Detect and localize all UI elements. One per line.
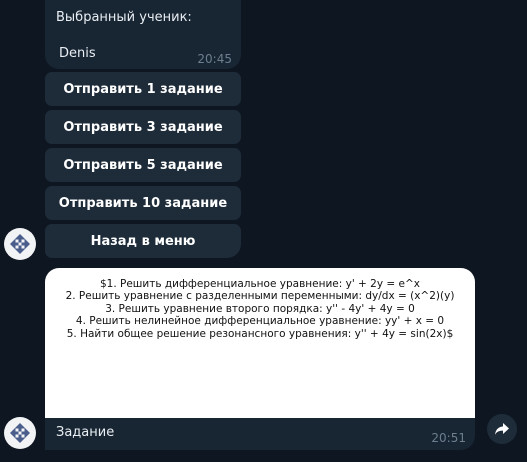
bot-avatar-icon[interactable]: [4, 228, 36, 260]
task-line: 5. Найти общее решение резонансного урав…: [66, 327, 454, 340]
photo-caption: Задание: [56, 425, 115, 440]
send-task-1-button[interactable]: Отправить 1 задание: [45, 72, 241, 106]
message-time: 20:51: [431, 431, 466, 445]
student-name: Denis: [59, 46, 96, 61]
task-line: 4. Решить нелинейное дифференциальное ур…: [75, 315, 445, 328]
send-task-3-button[interactable]: Отправить 3 задание: [45, 110, 241, 144]
share-button[interactable]: [487, 414, 517, 444]
message-bubble-selected-student: Выбранный ученик: Denis 20:45: [45, 0, 241, 69]
task-image[interactable]: $1. Решить дифференциальное уравнение: y…: [45, 268, 475, 418]
photo-caption-bubble: Задание 20:51: [45, 418, 475, 450]
bot-logo-icon: [10, 234, 30, 254]
send-task-5-button[interactable]: Отправить 5 задание: [45, 148, 241, 182]
task-line: $1. Решить дифференциальное уравнение: y…: [99, 278, 421, 290]
bot-logo-icon: [10, 423, 30, 443]
send-task-10-button[interactable]: Отправить 10 задание: [45, 186, 241, 220]
share-icon: [495, 423, 509, 435]
message-time: 20:45: [197, 52, 232, 66]
task-line: 3. Решить уравнение второго порядка: y''…: [105, 302, 415, 315]
back-to-menu-button[interactable]: Назад в меню: [45, 224, 241, 258]
task-line: 2. Решить уравнение с разделенными перем…: [65, 290, 455, 303]
task-list: $1. Решить дифференциальное уравнение: y…: [45, 278, 475, 340]
bot-avatar-icon[interactable]: [4, 417, 36, 449]
message-label: Выбранный ученик:: [56, 10, 192, 25]
